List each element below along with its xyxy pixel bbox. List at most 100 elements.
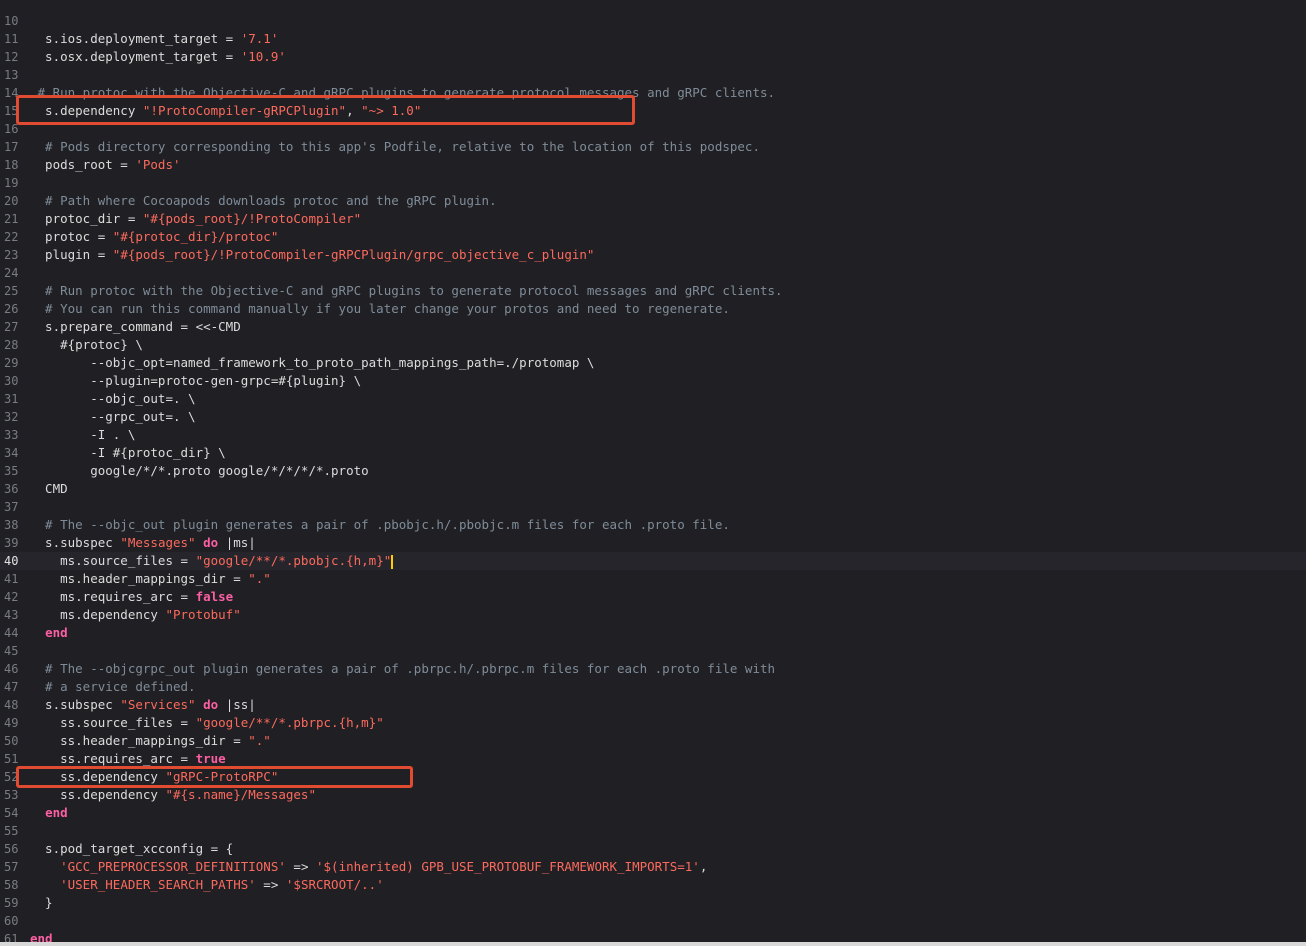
code-text[interactable]: # The --objcgrpc_out plugin generates a … <box>30 660 775 678</box>
code-text[interactable]: # a service defined. <box>30 678 196 696</box>
code-line-21[interactable]: 21 protoc_dir = "#{pods_root}/!ProtoComp… <box>0 210 1306 228</box>
code-text[interactable]: # Pods directory corresponding to this a… <box>30 138 760 156</box>
code-text[interactable]: --objc_opt=named_framework_to_proto_path… <box>30 354 594 372</box>
code-text[interactable]: CMD <box>30 480 68 498</box>
code-text[interactable]: -I #{protoc_dir} \ <box>30 444 225 462</box>
code-line-12[interactable]: 12 s.osx.deployment_target = '10.9' <box>0 48 1306 66</box>
code-line-41[interactable]: 41 ms.header_mappings_dir = "." <box>0 570 1306 588</box>
code-line-29[interactable]: 29 --objc_opt=named_framework_to_proto_p… <box>0 354 1306 372</box>
code-text[interactable]: plugin = "#{pods_root}/!ProtoCompiler-gR… <box>30 246 594 264</box>
code-line-22[interactable]: 22 protoc = "#{protoc_dir}/protoc" <box>0 228 1306 246</box>
code-line-34[interactable]: 34 -I #{protoc_dir} \ <box>0 444 1306 462</box>
code-line-43[interactable]: 43 ms.dependency "Protobuf" <box>0 606 1306 624</box>
code-line-44[interactable]: 44 end <box>0 624 1306 642</box>
code-text[interactable]: --plugin=protoc-gen-grpc=#{plugin} \ <box>30 372 361 390</box>
code-text[interactable]: ss.source_files = "google/**/*.pbrpc.{h,… <box>30 714 384 732</box>
code-text[interactable]: s.dependency "!ProtoCompiler-gRPCPlugin"… <box>30 102 421 120</box>
code-text[interactable]: google/*/*.proto google/*/*/*/*.proto <box>30 462 368 480</box>
code-text[interactable]: ms.requires_arc = false <box>30 588 233 606</box>
code-lines[interactable]: 10 11 s.ios.deployment_target = '7.1' 12 s… <box>0 12 1306 946</box>
code-line-58[interactable]: 58 'USER_HEADER_SEARCH_PATHS' => '$SRCRO… <box>0 876 1306 894</box>
code-text[interactable]: # Run protoc with the Objective-C and gR… <box>30 282 783 300</box>
line-number: 17 <box>4 140 19 154</box>
code-text[interactable]: # You can run this command manually if y… <box>30 300 730 318</box>
code-line-11[interactable]: 11 s.ios.deployment_target = '7.1' <box>0 30 1306 48</box>
code-line-57[interactable]: 57 'GCC_PREPROCESSOR_DEFINITIONS' => '$(… <box>0 858 1306 876</box>
code-text[interactable]: ss.dependency "#{s.name}/Messages" <box>30 786 316 804</box>
code-text[interactable]: s.subspec "Messages" do |ms| <box>30 534 256 552</box>
code-token: } <box>30 895 53 910</box>
code-line-32[interactable]: 32 --grpc_out=. \ <box>0 408 1306 426</box>
code-line-10[interactable]: 10 <box>0 12 1306 30</box>
code-text[interactable]: # Run protoc with the Objective-C and gR… <box>30 84 776 102</box>
code-line-55[interactable]: 55 <box>0 822 1306 840</box>
code-line-23[interactable]: 23 plugin = "#{pods_root}/!ProtoCompiler… <box>0 246 1306 264</box>
code-line-33[interactable]: 33 -I . \ <box>0 426 1306 444</box>
code-line-26[interactable]: 26 # You can run this command manually i… <box>0 300 1306 318</box>
code-line-47[interactable]: 47 # a service defined. <box>0 678 1306 696</box>
line-number: 48 <box>4 698 19 712</box>
code-line-15[interactable]: 15 s.dependency "!ProtoCompiler-gRPCPlug… <box>0 102 1306 120</box>
code-text[interactable]: 'GCC_PREPROCESSOR_DEFINITIONS' => '$(inh… <box>30 858 707 876</box>
code-line-37[interactable]: 37 <box>0 498 1306 516</box>
code-line-27[interactable]: 27 s.prepare_command = <<-CMD <box>0 318 1306 336</box>
code-line-17[interactable]: 17 # Pods directory corresponding to thi… <box>0 138 1306 156</box>
code-line-56[interactable]: 56 s.pod_target_xcconfig = { <box>0 840 1306 858</box>
code-text[interactable]: 'USER_HEADER_SEARCH_PATHS' => '$SRCROOT/… <box>30 876 384 894</box>
code-text[interactable]: protoc_dir = "#{pods_root}/!ProtoCompile… <box>30 210 361 228</box>
code-line-52[interactable]: 52 ss.dependency "gRPC-ProtoRPC" <box>0 768 1306 786</box>
code-line-42[interactable]: 42 ms.requires_arc = false <box>0 588 1306 606</box>
code-line-48[interactable]: 48 s.subspec "Services" do |ss| <box>0 696 1306 714</box>
code-line-51[interactable]: 51 ss.requires_arc = true <box>0 750 1306 768</box>
code-text[interactable]: s.ios.deployment_target = '7.1' <box>30 30 278 48</box>
code-line-28[interactable]: 28 #{protoc} \ <box>0 336 1306 354</box>
code-text[interactable]: --objc_out=. \ <box>30 390 195 408</box>
code-line-54[interactable]: 54 end <box>0 804 1306 822</box>
code-text[interactable]: s.osx.deployment_target = '10.9' <box>30 48 286 66</box>
code-line-59[interactable]: 59 } <box>0 894 1306 912</box>
code-text[interactable]: end <box>30 804 68 822</box>
code-line-13[interactable]: 13 <box>0 66 1306 84</box>
code-text[interactable]: # The --objc_out plugin generates a pair… <box>30 516 730 534</box>
code-text[interactable]: s.subspec "Services" do |ss| <box>30 696 256 714</box>
code-line-20[interactable]: 20 # Path where Cocoapods downloads prot… <box>0 192 1306 210</box>
code-token: , <box>699 859 708 874</box>
code-text[interactable]: -I . \ <box>30 426 135 444</box>
code-line-46[interactable]: 46 # The --objcgrpc_out plugin generates… <box>0 660 1306 678</box>
code-line-49[interactable]: 49 ss.source_files = "google/**/*.pbrpc.… <box>0 714 1306 732</box>
code-line-19[interactable]: 19 <box>0 174 1306 192</box>
code-line-18[interactable]: 18 pods_root = 'Pods' <box>0 156 1306 174</box>
code-line-60[interactable]: 60 <box>0 912 1306 930</box>
code-text[interactable]: ss.dependency "gRPC-ProtoRPC" <box>30 768 278 786</box>
code-line-40[interactable]: 40 ms.source_files = "google/**/*.pbobjc… <box>0 552 1306 570</box>
code-editor[interactable]: 10 11 s.ios.deployment_target = '7.1' 12 s… <box>0 0 1306 946</box>
code-line-39[interactable]: 39 s.subspec "Messages" do |ms| <box>0 534 1306 552</box>
code-line-16[interactable]: 16 <box>0 120 1306 138</box>
code-text[interactable]: pods_root = 'Pods' <box>30 156 180 174</box>
line-number: 55 <box>4 824 19 838</box>
code-text[interactable]: ss.header_mappings_dir = "." <box>30 732 271 750</box>
code-line-30[interactable]: 30 --plugin=protoc-gen-grpc=#{plugin} \ <box>0 372 1306 390</box>
code-text[interactable]: } <box>30 894 53 912</box>
code-line-24[interactable]: 24 <box>0 264 1306 282</box>
code-line-53[interactable]: 53 ss.dependency "#{s.name}/Messages" <box>0 786 1306 804</box>
code-text[interactable]: ms.dependency "Protobuf" <box>30 606 241 624</box>
code-text[interactable]: protoc = "#{protoc_dir}/protoc" <box>30 228 278 246</box>
code-line-31[interactable]: 31 --objc_out=. \ <box>0 390 1306 408</box>
code-line-38[interactable]: 38 # The --objc_out plugin generates a p… <box>0 516 1306 534</box>
code-line-50[interactable]: 50 ss.header_mappings_dir = "." <box>0 732 1306 750</box>
code-line-35[interactable]: 35 google/*/*.proto google/*/*/*/*.proto <box>0 462 1306 480</box>
code-line-25[interactable]: 25 # Run protoc with the Objective-C and… <box>0 282 1306 300</box>
code-text[interactable]: ms.header_mappings_dir = "." <box>30 570 271 588</box>
code-text[interactable]: ss.requires_arc = true <box>30 750 226 768</box>
code-text[interactable]: #{protoc} \ <box>30 336 143 354</box>
code-text[interactable]: s.prepare_command = <<-CMD <box>30 318 241 336</box>
code-line-14[interactable]: 14 # Run protoc with the Objective-C and… <box>0 84 1306 102</box>
code-line-36[interactable]: 36 CMD <box>0 480 1306 498</box>
code-text[interactable]: s.pod_target_xcconfig = { <box>30 840 233 858</box>
code-text[interactable]: # Path where Cocoapods downloads protoc … <box>30 192 497 210</box>
code-text[interactable]: --grpc_out=. \ <box>30 408 195 426</box>
code-text[interactable]: ms.source_files = "google/**/*.pbobjc.{h… <box>30 552 394 570</box>
code-text[interactable]: end <box>30 624 68 642</box>
code-line-45[interactable]: 45 <box>0 642 1306 660</box>
